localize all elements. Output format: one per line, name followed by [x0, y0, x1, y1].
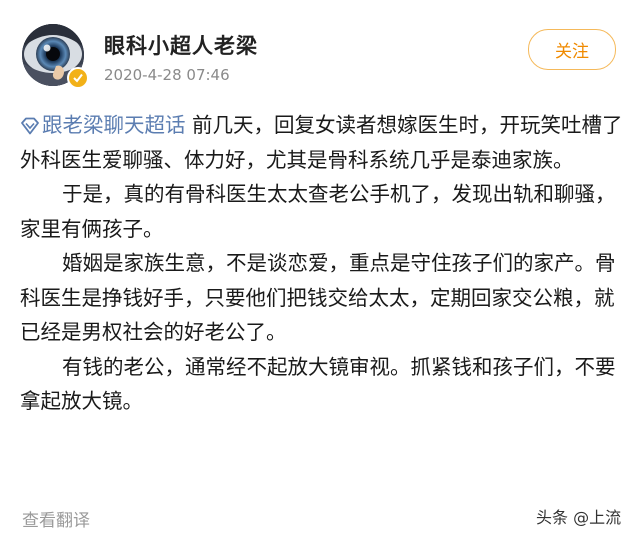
post-paragraph: 有钱的老公，通常经不起放大镜审视。抓紧钱和孩子们，不要拿起放大镜。 — [20, 354, 616, 414]
post-timestamp: 2020-4-28 07:46 — [104, 66, 230, 84]
source-watermark: 头条 @上流 — [536, 508, 622, 527]
weibo-post-card: 眼科小超人老梁 2020-4-28 07:46 关注 跟老梁聊天超话 前几天，回… — [0, 0, 640, 537]
follow-button[interactable]: 关注 — [528, 29, 616, 70]
post-paragraph: 于是，真的有骨科医生太太查老公手机了，发现出轨和聊骚，家里有俩孩子。 — [20, 182, 616, 241]
follow-button-label: 关注 — [555, 42, 589, 62]
author-name[interactable]: 眼科小超人老梁 — [104, 30, 258, 60]
supertopic-diamond-icon — [21, 117, 39, 135]
post-paragraph: 跟老梁聊天超话 前几天，回复女读者想嫁医生时，开玩笑吐槽了外科医生爱聊骚、体力好… — [20, 108, 624, 177]
post-paragraph: 婚姻是家族生意，不是谈恋爱，重点是守住孩子们的家产。骨科医生是挣钱好手，只要他们… — [20, 251, 616, 344]
post-content: 跟老梁聊天超话 前几天，回复女读者想嫁医生时，开玩笑吐槽了外科医生爱聊骚、体力好… — [20, 108, 624, 419]
supertopic-link[interactable]: 跟老梁聊天超话 — [20, 113, 186, 137]
verified-badge-icon — [67, 67, 89, 89]
supertopic-label: 跟老梁聊天超话 — [42, 113, 186, 137]
view-translation-link[interactable]: 查看翻译 — [22, 506, 90, 531]
